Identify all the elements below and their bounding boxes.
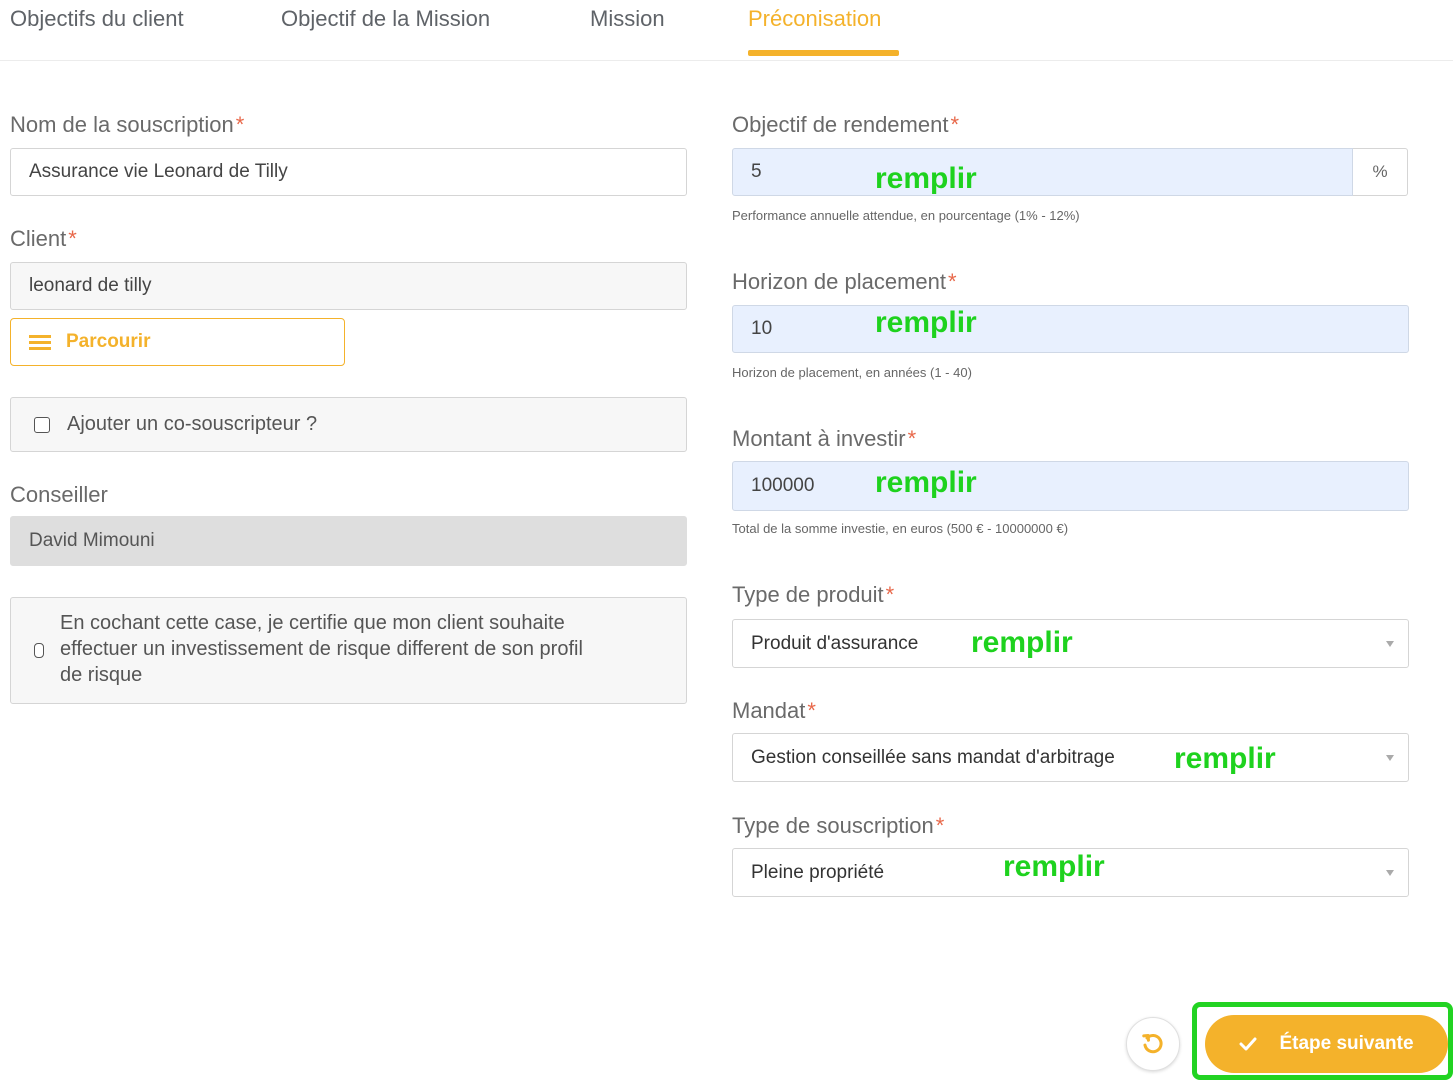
required-marker: * <box>907 426 917 451</box>
client-input[interactable]: leonard de tilly <box>10 262 687 310</box>
certify-text: En cochant cette case, je certifie que m… <box>60 610 583 688</box>
amount-label: Montant à investir* <box>732 426 916 452</box>
required-marker: * <box>235 112 245 137</box>
check-icon <box>1239 1037 1257 1051</box>
product-type-label: Type de produit* <box>732 582 894 608</box>
subscription-name-label: Nom de la souscription* <box>10 112 244 138</box>
amount-hint: Total de la somme investie, en euros (50… <box>732 521 1069 536</box>
mandate-value: Gestion conseillée sans mandat d'arbitra… <box>751 746 1115 768</box>
horizon-label-text: Horizon de placement <box>732 269 947 294</box>
yield-target-hint: Performance annuelle attendue, en pource… <box>732 208 1080 223</box>
client-label-text: Client <box>10 226 67 251</box>
caret-down-icon <box>1386 754 1394 761</box>
yield-target-label-text: Objectif de rendement <box>732 112 949 137</box>
yield-target-label: Objectif de rendement* <box>732 112 959 138</box>
remplir-annotation: remplir <box>971 626 1073 659</box>
mandate-label: Mandat* <box>732 698 816 724</box>
client-value: leonard de tilly <box>29 275 152 296</box>
subscription-name-value: Assurance vie Leonard de Tilly <box>29 161 288 182</box>
tab-mission[interactable]: Mission <box>590 6 665 32</box>
tab-objectifs-client[interactable]: Objectifs du client <box>10 6 184 32</box>
product-type-value: Produit d'assurance <box>751 632 919 654</box>
remplir-annotation: remplir <box>1174 742 1276 775</box>
remplir-annotation: remplir <box>875 306 977 339</box>
amount-label-text: Montant à investir <box>732 426 906 451</box>
required-marker: * <box>948 269 957 294</box>
required-marker: * <box>935 813 945 838</box>
advisor-input: David Mimouni <box>10 516 687 566</box>
advisor-value: David Mimouni <box>29 530 155 551</box>
next-step-button[interactable]: Étape suivante <box>1205 1015 1448 1073</box>
subscription-name-label-text: Nom de la souscription <box>10 112 234 137</box>
subscription-type-label-text: Type de souscription <box>732 813 934 838</box>
percent-addon: % <box>1353 148 1408 196</box>
remplir-annotation: remplir <box>875 466 977 499</box>
horizon-value: 10 <box>751 318 773 339</box>
subscription-name-input[interactable]: Assurance vie Leonard de Tilly <box>10 148 687 196</box>
horizon-label: Horizon de placement* <box>732 269 957 295</box>
browse-button-label: Parcourir <box>66 331 151 352</box>
client-label: Client* <box>10 226 77 252</box>
cosubscriber-checkbox[interactable] <box>34 417 50 433</box>
product-type-label-text: Type de produit <box>732 582 884 607</box>
required-marker: * <box>885 582 895 607</box>
required-marker: * <box>950 112 960 137</box>
subscription-type-label: Type de souscription* <box>732 813 944 839</box>
yield-target-value: 5 <box>751 161 762 182</box>
certify-line-1: En cochant cette case, je certifie que m… <box>60 612 565 634</box>
caret-down-icon <box>1386 640 1394 647</box>
mandate-select[interactable]: Gestion conseillée sans mandat d'arbitra… <box>732 733 1409 782</box>
remplir-annotation: remplir <box>1003 850 1105 883</box>
subscription-type-value: Pleine propriété <box>751 861 885 883</box>
reset-icon <box>1142 1033 1163 1054</box>
browse-button[interactable]: Parcourir <box>10 318 345 366</box>
amount-input[interactable]: 100000 <box>732 461 1409 511</box>
next-step-label: Étape suivante <box>1279 1033 1414 1054</box>
caret-down-icon <box>1386 869 1394 876</box>
certify-checkbox[interactable] <box>34 643 44 658</box>
certify-line-2: effectuer un investissement de risque di… <box>60 638 583 660</box>
tab-bar: Objectifs du client Objectif de la Missi… <box>0 0 1453 61</box>
tab-preconisation[interactable]: Préconisation <box>748 6 881 32</box>
required-marker: * <box>68 226 77 251</box>
yield-target-input[interactable]: 5 <box>732 148 1353 196</box>
required-marker: * <box>807 698 816 723</box>
tab-objectif-mission[interactable]: Objectif de la Mission <box>281 6 490 32</box>
reset-button[interactable] <box>1126 1017 1180 1071</box>
mandate-label-text: Mandat <box>732 698 806 723</box>
cosubscriber-label: Ajouter un co-souscripteur ? <box>67 413 318 435</box>
remplir-annotation: remplir <box>875 162 977 195</box>
active-tab-indicator <box>748 50 899 56</box>
advisor-label: Conseiller <box>10 482 108 507</box>
horizon-input[interactable]: 10 <box>732 305 1409 353</box>
amount-value: 100000 <box>751 475 815 496</box>
certify-line-3: de risque <box>60 664 143 686</box>
list-icon <box>29 334 51 350</box>
horizon-hint: Horizon de placement, en années (1 - 40) <box>732 365 972 380</box>
certify-box: En cochant cette case, je certifie que m… <box>10 597 687 704</box>
cosubscriber-box: Ajouter un co-souscripteur ? <box>10 397 687 452</box>
